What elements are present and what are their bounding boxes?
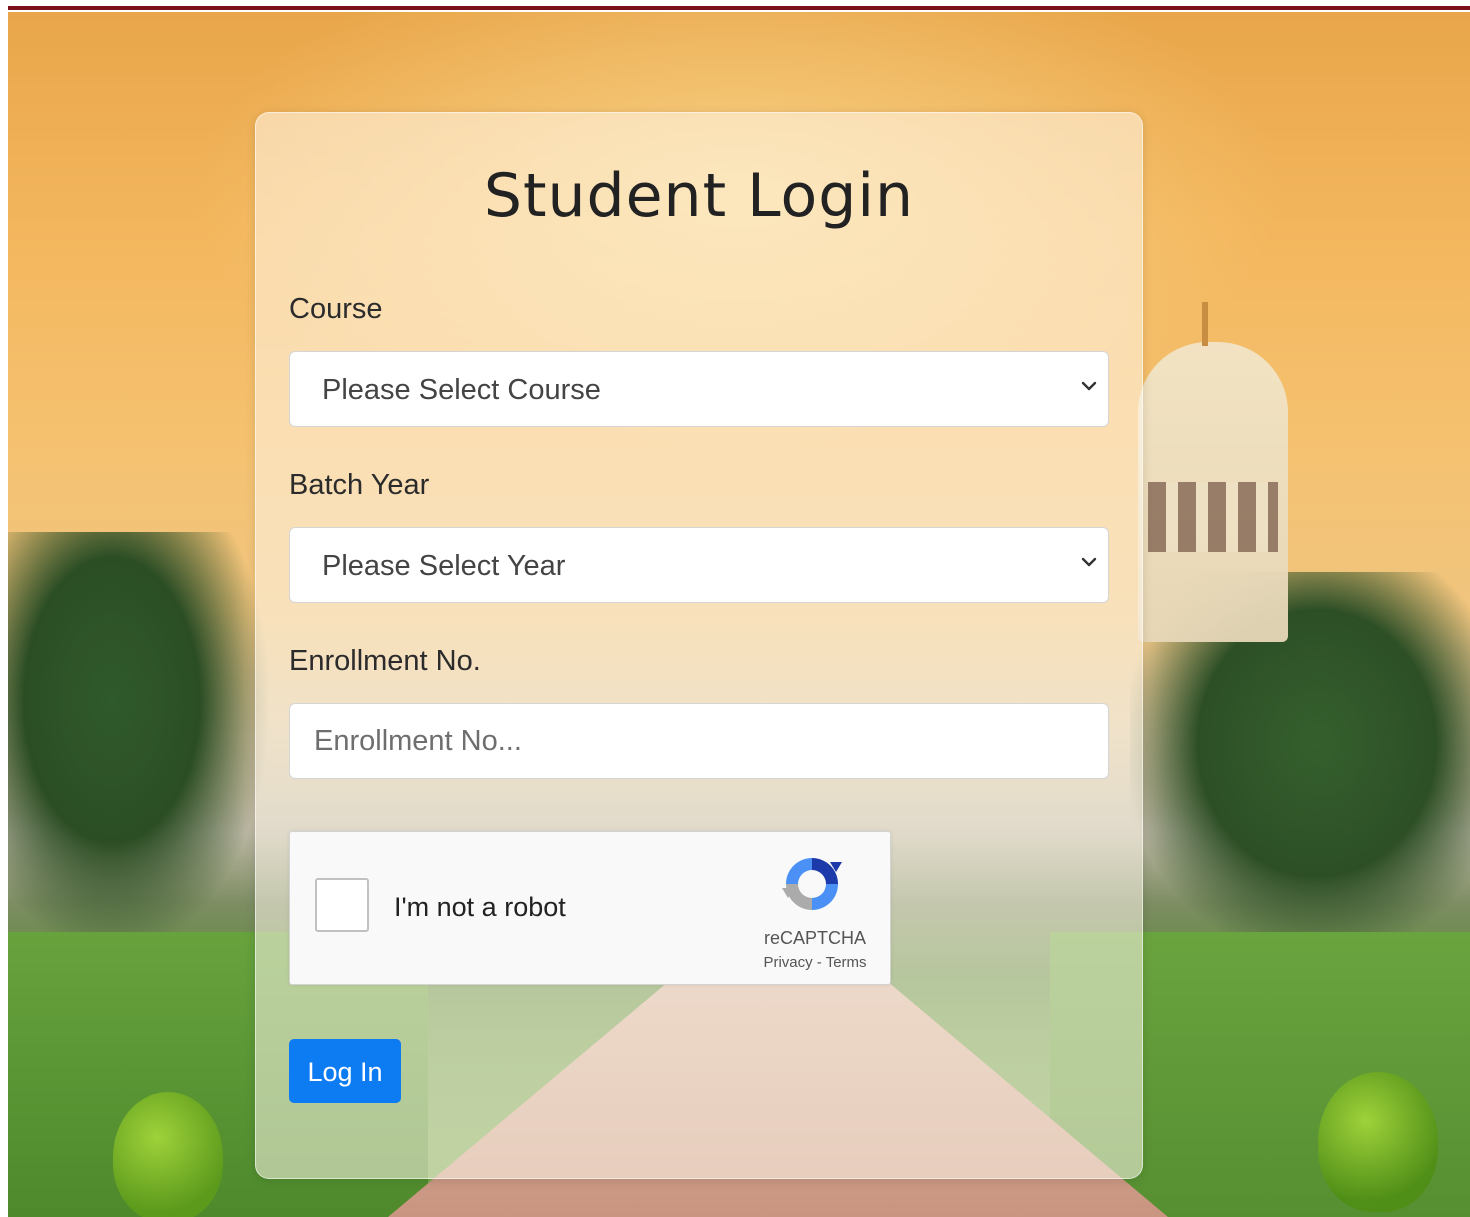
recaptcha-checkbox[interactable] bbox=[315, 878, 369, 932]
recaptcha-label: I'm not a robot bbox=[394, 892, 566, 922]
chevron-down-icon bbox=[1081, 381, 1097, 391]
chevron-down-icon bbox=[1081, 557, 1097, 567]
top-accent-bar bbox=[0, 0, 1470, 12]
login-button[interactable]: Log In bbox=[289, 1039, 401, 1103]
recaptcha-links: Privacy - Terms bbox=[748, 954, 882, 971]
course-label: Course bbox=[289, 293, 383, 325]
course-select[interactable]: Please Select Course bbox=[289, 351, 1109, 427]
batch-year-select-value: Please Select Year bbox=[322, 550, 566, 582]
enrollment-input[interactable] bbox=[290, 704, 1108, 778]
batch-year-label: Batch Year bbox=[289, 469, 430, 501]
login-card: Student Login Course Please Select Cours… bbox=[255, 112, 1143, 1179]
batch-year-select[interactable]: Please Select Year bbox=[289, 527, 1109, 603]
recaptcha-brand: reCAPTCHA bbox=[763, 928, 866, 948]
enrollment-label: Enrollment No. bbox=[289, 645, 481, 677]
recaptcha-link-separator: - bbox=[812, 954, 826, 971]
recaptcha-terms-link[interactable]: Terms bbox=[826, 954, 867, 971]
course-select-value: Please Select Course bbox=[322, 374, 601, 406]
page-title: Student Login bbox=[483, 161, 915, 231]
recaptcha-logo-icon bbox=[782, 858, 842, 910]
recaptcha-privacy-link[interactable]: Privacy bbox=[763, 954, 812, 971]
recaptcha-widget: I'm not a robot reCAPTCHA Privacy - Term… bbox=[289, 831, 891, 985]
enrollment-field-wrapper bbox=[289, 703, 1109, 779]
